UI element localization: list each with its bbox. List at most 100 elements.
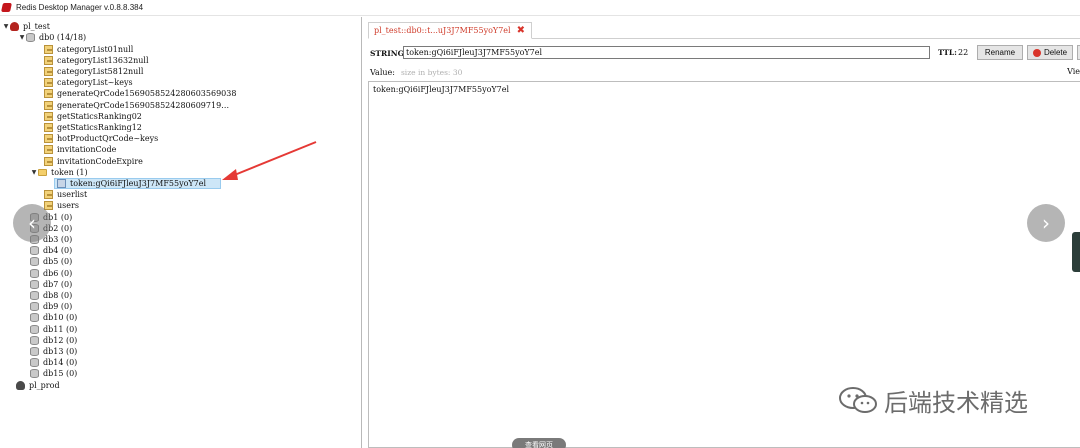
tree-server-label: pl_test (23, 22, 50, 31)
tree-folder-token[interactable]: ▼ token (1) (30, 167, 88, 178)
database-icon (26, 33, 35, 42)
database-icon (30, 290, 39, 300)
tree-db-label: db10 (0) (43, 313, 78, 323)
ttl-value: 22 (958, 48, 969, 57)
view-webpage-button[interactable]: 查看网页 (512, 438, 566, 448)
tree-db-label: db15 (0) (43, 369, 78, 379)
tree-db-label: db12 (0) (43, 335, 78, 345)
delete-button-label: Delete (1043, 48, 1068, 57)
tab-key[interactable]: pl_test::db0::t...uJ3J7MF55yoY7el ✖ (368, 22, 532, 39)
chevron-left-icon: ‹ (28, 211, 36, 235)
wechat-icon (839, 387, 877, 413)
tree-key-label: hotProductQrCode~keys (57, 134, 159, 144)
tree-db[interactable]: db14 (0) (30, 357, 77, 368)
tree-key[interactable]: getStaticsRanking12 (44, 122, 142, 133)
key-icon (44, 122, 53, 132)
tree-server-pl-test[interactable]: ▼ pl_test (2, 21, 50, 32)
tree-key[interactable]: getStaticsRanking02 (44, 111, 142, 122)
tree-key[interactable]: categoryList13632null (44, 55, 149, 66)
ttl-label: TTL: (938, 48, 957, 57)
connection-tree[interactable]: ▼ pl_test ▼ db0 (14/18) categoryList01nu… (0, 17, 362, 448)
redis-server-icon (10, 22, 19, 31)
database-icon (30, 279, 39, 289)
title-bar: Redis Desktop Manager v.0.8.8.384 (0, 0, 1080, 16)
tab-label: pl_test::db0::t...uJ3J7MF55yoY7el (374, 26, 511, 35)
view-as-label[interactable]: Vie (1067, 67, 1080, 76)
rename-button-label: Rename (984, 48, 1016, 57)
value-label: Value: (370, 67, 395, 77)
redis-server-icon (16, 380, 25, 390)
database-icon (30, 302, 39, 312)
key-icon (44, 78, 53, 88)
redis-logo-icon (1, 3, 12, 12)
tree-db0[interactable]: ▼ db0 (14/18) (18, 32, 86, 43)
value-header: Value: size in bytes: 30 Vie (368, 66, 1080, 78)
tree-key[interactable]: categoryList~keys (44, 77, 133, 88)
tree-db[interactable]: db5 (0) (30, 256, 72, 267)
tree-folder-label: token (1) (51, 167, 88, 177)
tree-key-label: generateQrCode1569058524280603569038 (57, 89, 237, 99)
tree-key-label: invitationCode (57, 145, 117, 155)
rename-button[interactable]: Rename (977, 45, 1023, 60)
tree-db[interactable]: db15 (0) (30, 368, 77, 379)
key-icon (44, 145, 53, 155)
side-edge-tab[interactable] (1072, 232, 1080, 272)
key-icon (44, 66, 53, 76)
key-icon (44, 55, 53, 65)
tree-server-label: pl_prod (29, 380, 60, 390)
tree-key[interactable]: hotProductQrCode~keys (44, 133, 158, 144)
tree-db[interactable]: db7 (0) (30, 279, 72, 290)
tree-db-label: db11 (0) (43, 324, 78, 334)
delete-button[interactable]: Delete (1027, 45, 1073, 60)
tree-key-label: categoryList5812null (57, 66, 144, 76)
delete-icon (1032, 48, 1041, 57)
tree-db[interactable]: db13 (0) (30, 346, 77, 357)
database-icon (30, 257, 39, 267)
tree-db[interactable]: db10 (0) (30, 312, 77, 323)
key-icon (44, 111, 53, 121)
tree-key-selected[interactable]: token:gQi6iFJleuJ3J7MF55yoY7el (54, 177, 222, 189)
watermark: 后端技术精选 (838, 383, 1028, 417)
tree-key[interactable]: generateQrCode1569058524280609719… (44, 100, 229, 111)
tree-key-label: categoryList01null (57, 44, 134, 54)
tree-key[interactable]: categoryList01null (44, 44, 133, 55)
close-icon[interactable]: ✖ (517, 25, 525, 36)
database-icon (30, 246, 39, 256)
tree-key-label: getStaticsRanking12 (57, 122, 142, 132)
tree-db[interactable]: db9 (0) (30, 301, 72, 312)
tree-key[interactable]: generateQrCode1569058524280603569038 (44, 88, 236, 99)
key-name-input[interactable]: token:gQi6iFJleuJ3J7MF55yoY7el (403, 46, 930, 59)
tree-server-pl-prod[interactable]: pl_prod (16, 380, 60, 391)
expand-arrow-icon[interactable]: ▼ (18, 32, 26, 43)
tree-key[interactable]: userlist (44, 189, 87, 200)
next-image-button[interactable]: › (1027, 204, 1065, 242)
tree-db-label: db13 (0) (43, 346, 78, 356)
tree-db[interactable]: db11 (0) (30, 324, 77, 335)
database-icon (30, 324, 39, 334)
tree-key-label: invitationCodeExpire (57, 156, 143, 166)
previous-image-button[interactable]: ‹ (13, 204, 51, 242)
tree-key[interactable]: categoryList5812null (44, 66, 143, 77)
tree-db[interactable]: db6 (0) (30, 268, 72, 279)
tab-bar: pl_test::db0::t...uJ3J7MF55yoY7el ✖ (368, 19, 1080, 39)
tree-key[interactable]: invitationCodeExpire (44, 156, 143, 167)
tree-key-label: userlist (57, 190, 88, 200)
value-size-hint: size in bytes: 30 (400, 67, 463, 77)
tree-db-label: db4 (0) (43, 246, 73, 256)
annotation-arrow-icon (222, 141, 317, 180)
tree-key[interactable]: invitationCode (44, 144, 116, 155)
database-icon (30, 268, 39, 278)
tree-db[interactable]: db12 (0) (30, 335, 77, 346)
tree-key[interactable]: users (44, 200, 79, 211)
window-title: Redis Desktop Manager v.0.8.8.384 (16, 3, 144, 12)
expand-arrow-icon[interactable]: ▼ (30, 167, 38, 178)
tree-db-label: db14 (0) (43, 358, 78, 368)
expand-arrow-icon[interactable]: ▼ (2, 21, 10, 32)
tree-db[interactable]: db8 (0) (30, 290, 72, 301)
tree-db-label: db6 (0) (43, 268, 73, 278)
key-icon (44, 89, 53, 99)
key-icon (44, 190, 53, 200)
tree-db[interactable]: db4 (0) (30, 245, 72, 256)
database-icon (30, 313, 39, 323)
key-icon (44, 100, 53, 110)
